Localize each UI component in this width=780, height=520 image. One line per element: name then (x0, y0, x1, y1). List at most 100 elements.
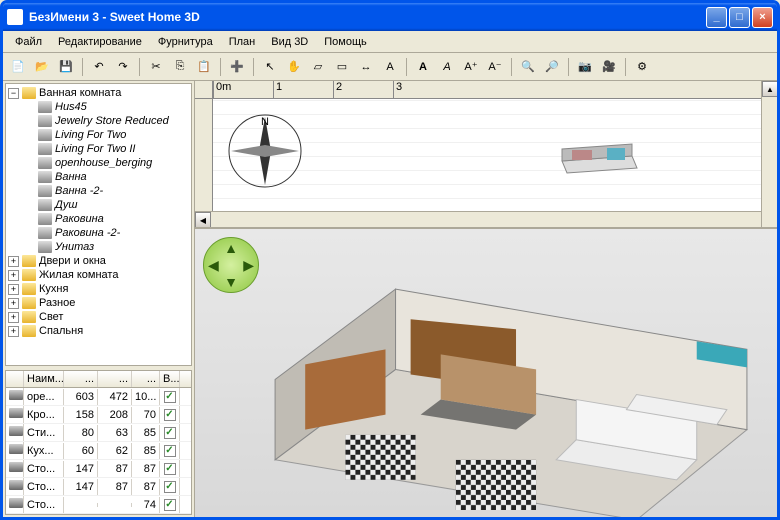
redo-icon[interactable]: ↷ (112, 56, 134, 78)
tree-item[interactable]: openhouse_berging (24, 156, 189, 170)
save-icon[interactable]: 💾 (55, 56, 77, 78)
menu-plan[interactable]: План (221, 33, 264, 51)
plan-scrollbar-v[interactable]: ▲ (761, 81, 777, 227)
furniture-tree[interactable]: − Ванная комната Hus45Jewelry Store Redu… (5, 83, 192, 366)
expand-icon[interactable]: + (8, 284, 19, 295)
separator (82, 58, 83, 76)
table-row[interactable]: Сто...1478787✓ (6, 478, 191, 496)
plan-view[interactable]: 0m 1 2 3 N (195, 81, 777, 229)
select-icon[interactable]: ↖ (259, 56, 281, 78)
cell-val: 80 (64, 425, 98, 441)
increase-icon[interactable]: A⁺ (460, 56, 482, 78)
add-furniture-icon[interactable]: ➕ (226, 56, 248, 78)
scroll-left-icon[interactable]: ◀ (195, 212, 211, 228)
window-title: БезИмени 3 - Sweet Home 3D (29, 10, 706, 24)
room-icon[interactable]: ▭ (331, 56, 353, 78)
tree-root[interactable]: − Ванная комната (8, 86, 189, 100)
table-row[interactable]: ope...60347210...✓ (6, 388, 191, 406)
th-icon[interactable] (6, 371, 24, 387)
tree-item[interactable]: Hus45 (24, 100, 189, 114)
menu-furniture[interactable]: Фурнитура (150, 33, 221, 51)
wall-icon[interactable]: ▱ (307, 56, 329, 78)
compass[interactable]: N (225, 111, 305, 191)
nav-control[interactable]: ▲ ▼ ◀ ▶ (203, 237, 259, 293)
tree-item[interactable]: Jewelry Store Reduced (24, 114, 189, 128)
nav-down-icon[interactable]: ▼ (224, 274, 238, 290)
new-icon[interactable]: 📄 (7, 56, 29, 78)
italic-icon[interactable]: A (436, 56, 458, 78)
undo-icon[interactable]: ↶ (88, 56, 110, 78)
tree-category[interactable]: +Разное (8, 296, 189, 310)
th-col1[interactable]: ... (64, 371, 98, 387)
pan-icon[interactable]: ✋ (283, 56, 305, 78)
paste-icon[interactable]: 📋 (193, 56, 215, 78)
tree-item[interactable]: Раковина -2- (24, 226, 189, 240)
app-icon (7, 9, 23, 25)
row-furniture-icon (9, 408, 23, 418)
menu-help[interactable]: Помощь (316, 33, 375, 51)
visible-checkbox[interactable]: ✓ (164, 481, 176, 493)
decrease-icon[interactable]: A⁻ (484, 56, 506, 78)
visible-checkbox[interactable]: ✓ (164, 391, 176, 403)
tree-category[interactable]: + Кухня (8, 282, 189, 296)
text-icon[interactable]: A (379, 56, 401, 78)
collapse-icon[interactable]: − (8, 88, 19, 99)
menu-edit[interactable]: Редактирование (50, 33, 150, 51)
table-row[interactable]: Кро...15820870✓ (6, 406, 191, 424)
tree-category[interactable]: +Жилая комната (8, 268, 189, 282)
tree-category[interactable]: +Двери и окна (8, 254, 189, 268)
zoom-out-icon[interactable]: 🔎 (541, 56, 563, 78)
table-row[interactable]: Сто...74✓ (6, 496, 191, 514)
expand-icon[interactable]: + (8, 312, 19, 323)
visible-checkbox[interactable]: ✓ (164, 427, 176, 439)
expand-icon[interactable]: + (8, 326, 19, 337)
expand-icon[interactable]: + (8, 298, 19, 309)
nav-left-icon[interactable]: ◀ (208, 257, 219, 274)
tree-category[interactable]: +Свет (8, 310, 189, 324)
titlebar[interactable]: БезИмени 3 - Sweet Home 3D _ □ × (3, 3, 777, 31)
table-row[interactable]: Сти...806385✓ (6, 424, 191, 442)
tree-item[interactable]: Ванна -2- (24, 184, 189, 198)
th-name[interactable]: Наим... (24, 371, 64, 387)
table-row[interactable]: Сто...1478787✓ (6, 460, 191, 478)
zoom-in-icon[interactable]: 🔍 (517, 56, 539, 78)
copy-icon[interactable]: ⎘ (169, 56, 191, 78)
tree-item[interactable]: Living For Two (24, 128, 189, 142)
view-3d[interactable]: ▲ ▼ ◀ ▶ (195, 229, 777, 517)
settings-icon[interactable]: ⚙ (631, 56, 653, 78)
th-visible[interactable]: В... (160, 371, 180, 387)
open-icon[interactable]: 📂 (31, 56, 53, 78)
th-col3[interactable]: ... (132, 371, 160, 387)
visible-checkbox[interactable]: ✓ (164, 409, 176, 421)
visible-checkbox[interactable]: ✓ (164, 463, 176, 475)
tree-item[interactable]: Раковина (24, 212, 189, 226)
cut-icon[interactable]: ✂ (145, 56, 167, 78)
scroll-up-icon[interactable]: ▲ (762, 81, 777, 97)
left-panel: − Ванная комната Hus45Jewelry Store Redu… (3, 81, 195, 517)
tree-item[interactable]: Душ (24, 198, 189, 212)
close-button[interactable]: × (752, 7, 773, 28)
tree-category-label: Кухня (39, 283, 68, 295)
tree-item[interactable]: Унитаз (24, 240, 189, 254)
nav-up-icon[interactable]: ▲ (224, 240, 238, 256)
video-icon[interactable]: 🎥 (598, 56, 620, 78)
tree-category[interactable]: +Спальня (8, 324, 189, 338)
maximize-button[interactable]: □ (729, 7, 750, 28)
tree-item[interactable]: Ванна (24, 170, 189, 184)
menu-file[interactable]: Файл (7, 33, 50, 51)
plan-scrollbar-h[interactable]: ◀ (195, 211, 761, 227)
expand-icon[interactable]: + (8, 256, 19, 267)
expand-icon[interactable]: + (8, 270, 19, 281)
menu-view3d[interactable]: Вид 3D (263, 33, 316, 51)
dimension-icon[interactable]: ↔ (355, 56, 377, 78)
camera-icon[interactable]: 📷 (574, 56, 596, 78)
table-row[interactable]: Кух...606285✓ (6, 442, 191, 460)
th-col2[interactable]: ... (98, 371, 132, 387)
tree-item[interactable]: Living For Two II (24, 142, 189, 156)
nav-right-icon[interactable]: ▶ (243, 257, 254, 274)
bold-icon[interactable]: A (412, 56, 434, 78)
compass-n: N (261, 116, 269, 128)
visible-checkbox[interactable]: ✓ (164, 445, 176, 457)
visible-checkbox[interactable]: ✓ (164, 499, 176, 511)
minimize-button[interactable]: _ (706, 7, 727, 28)
